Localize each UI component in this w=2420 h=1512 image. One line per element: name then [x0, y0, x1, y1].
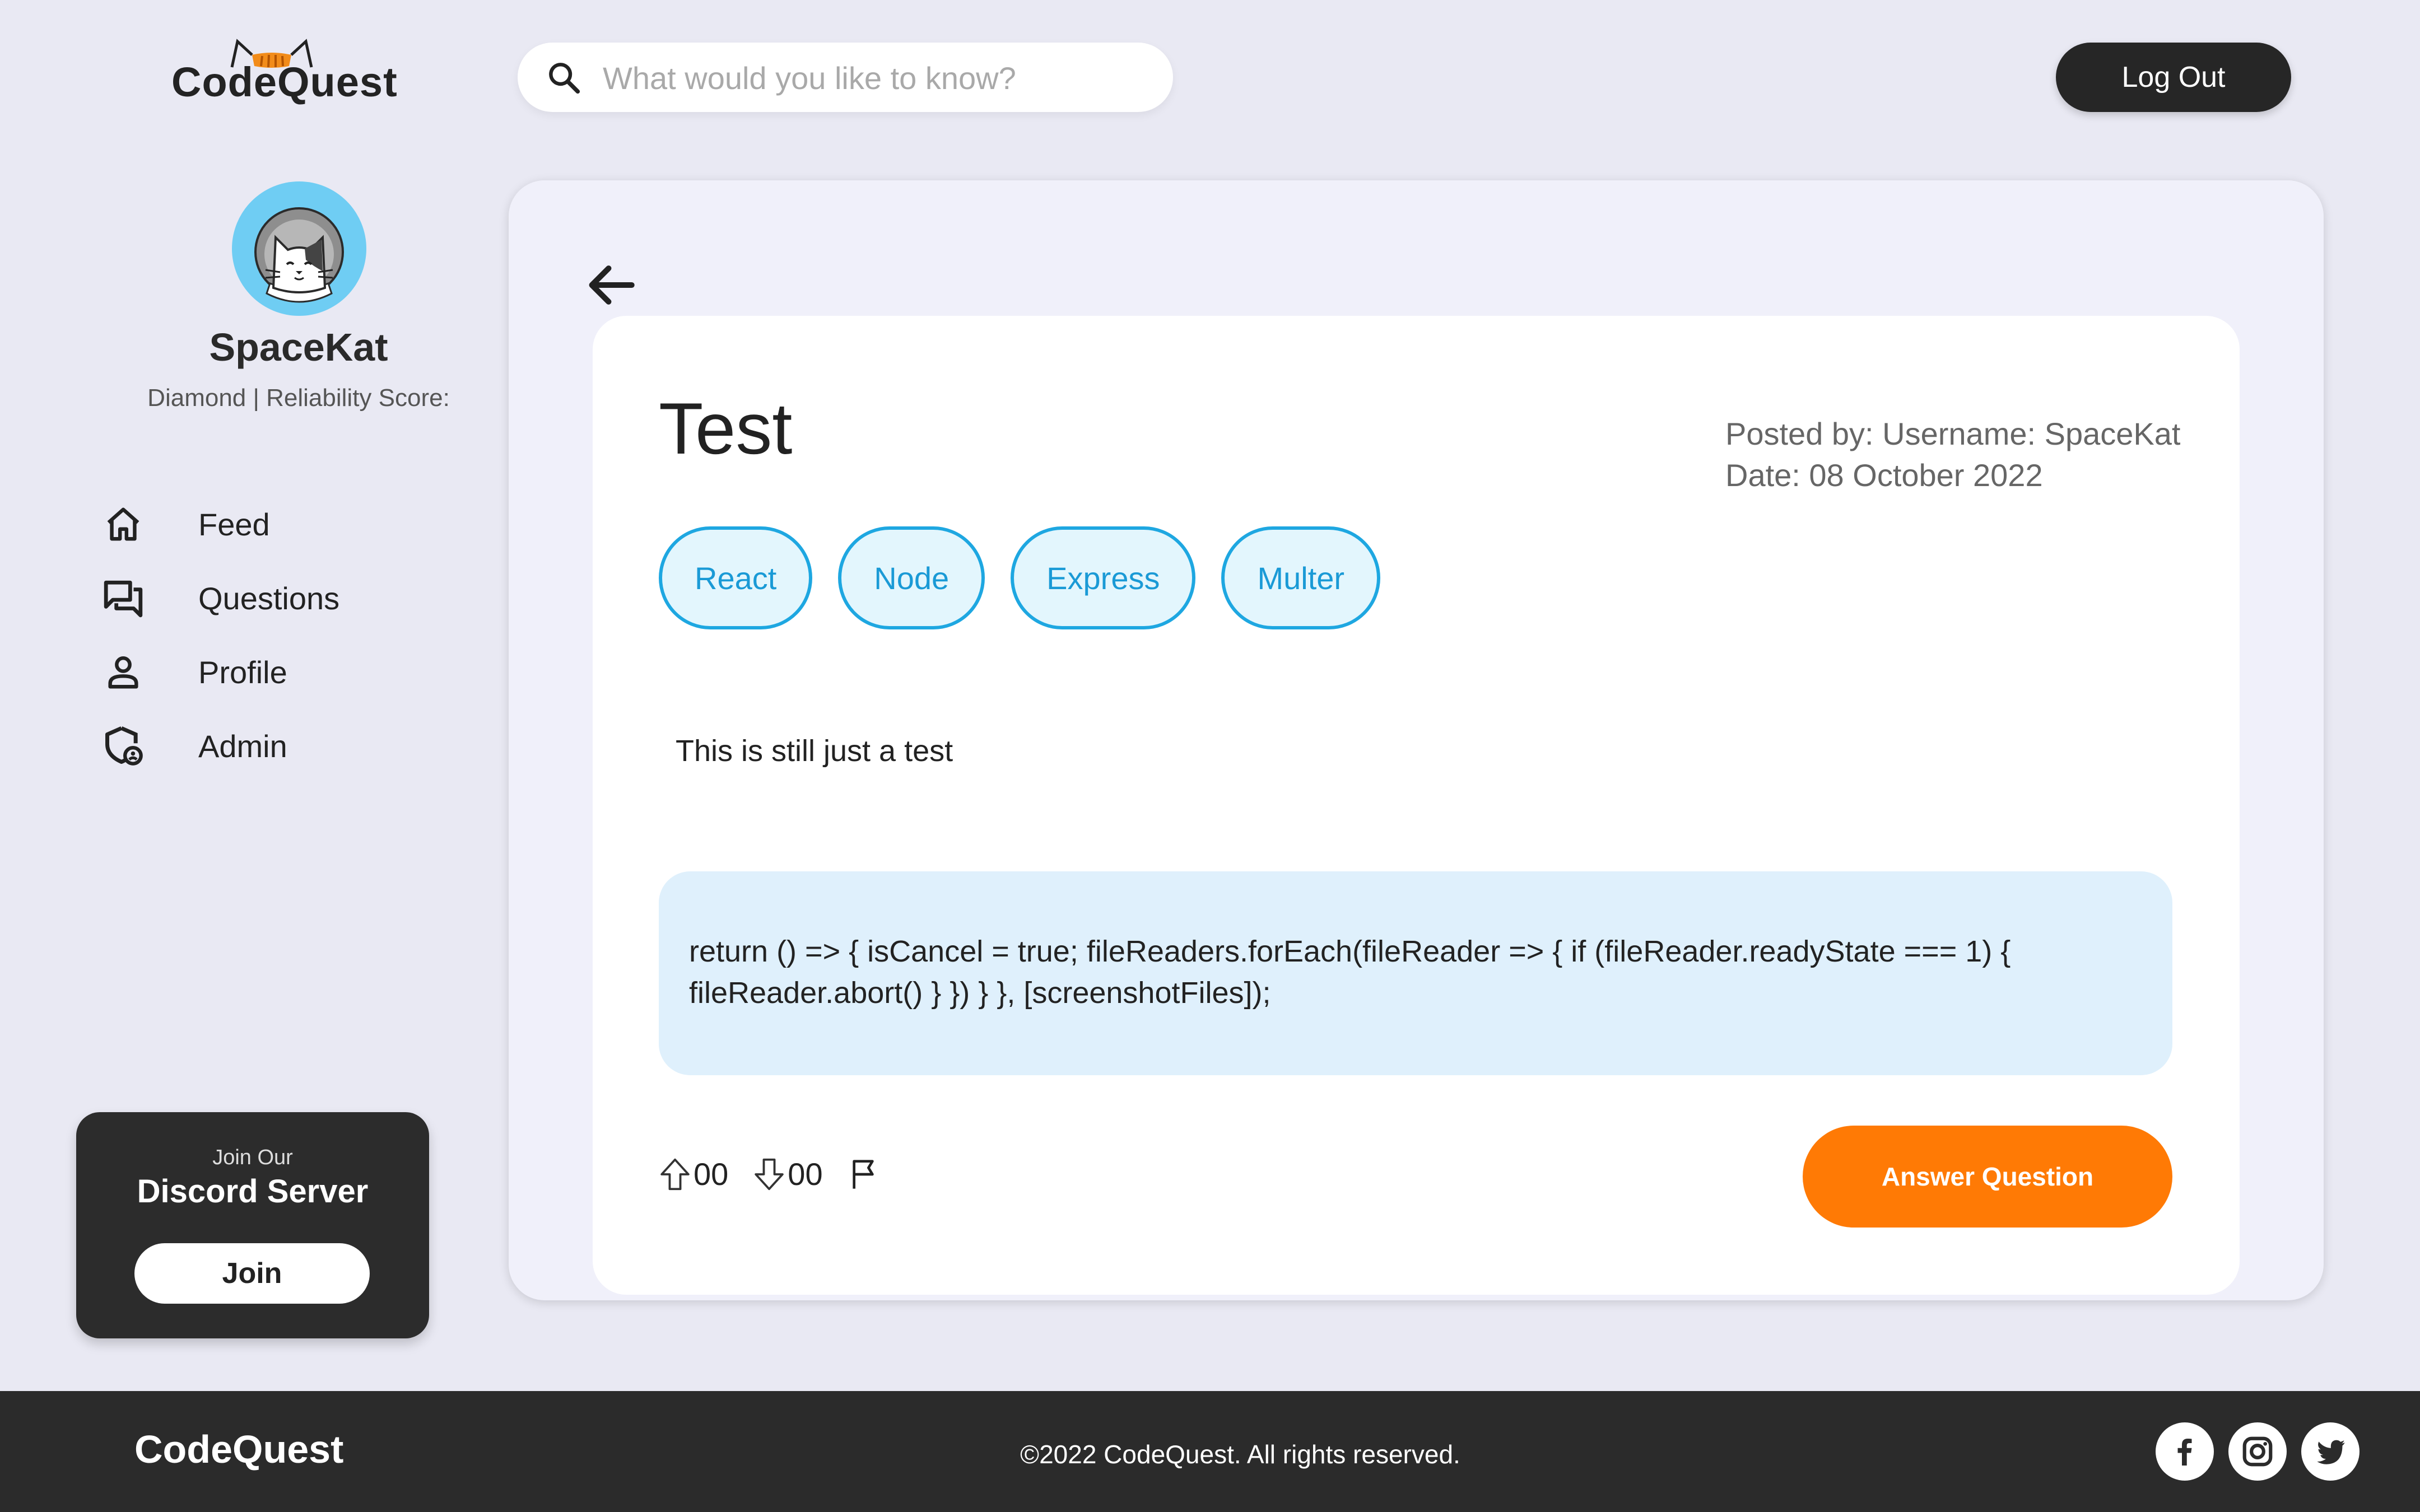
sidebar-item-label: Admin [198, 728, 287, 764]
instagram-icon [2242, 1436, 2273, 1467]
twitter-link[interactable] [2301, 1422, 2360, 1481]
tag-react[interactable]: React [659, 526, 813, 629]
username: SpaceKat [209, 325, 388, 369]
footer: CodeQuest ©2022 CodeQuest. All rights re… [0, 1391, 2420, 1512]
facebook-link[interactable] [2156, 1422, 2214, 1481]
arrow-up-icon [660, 1158, 690, 1190]
report-button[interactable] [848, 1157, 881, 1192]
home-icon [101, 502, 146, 547]
tag-list: React Node Express Multer [659, 526, 1381, 629]
sidebar-item-profile[interactable]: Profile [101, 635, 448, 709]
sidebar-item-label: Feed [198, 506, 270, 542]
sidebar-nav: Feed Questions Profile Admin [101, 487, 448, 783]
downvote-count: 00 [788, 1156, 823, 1192]
avatar[interactable] [232, 181, 366, 316]
posted-by: Posted by: Username: SpaceKat [1725, 416, 2181, 451]
upvote-count: 00 [694, 1156, 729, 1192]
sidebar-item-label: Profile [198, 654, 287, 690]
sidebar-item-feed[interactable]: Feed [101, 487, 448, 561]
post-date: Date: 08 October 2022 [1725, 458, 2043, 493]
logout-button[interactable]: Log Out [2056, 43, 2291, 112]
discord-card: Join Our Discord Server Join [76, 1112, 429, 1338]
twitter-icon [2317, 1440, 2345, 1464]
vote-bar: 00 00 [659, 1156, 906, 1192]
question-body: This is still just a test [676, 734, 953, 768]
search-bar[interactable] [518, 43, 1173, 112]
arrow-left-icon [589, 265, 635, 305]
upvote-button[interactable]: 00 [659, 1156, 728, 1192]
discord-join-button[interactable]: Join [134, 1243, 370, 1304]
tag-node[interactable]: Node [838, 526, 985, 629]
brand-logo[interactable]: CodeQuest [168, 38, 397, 111]
sidebar-item-questions[interactable]: Questions [101, 561, 448, 635]
flag-icon [852, 1159, 874, 1189]
question-meta: Posted by: Username: SpaceKat Date: 08 O… [1725, 413, 2180, 496]
footer-copyright: ©2022 CodeQuest. All rights reserved. [1020, 1440, 1460, 1469]
search-input[interactable] [602, 55, 1142, 101]
sidebar-item-admin[interactable]: Admin [101, 709, 448, 783]
search-icon [549, 63, 580, 94]
tag-express[interactable]: Express [1011, 526, 1196, 629]
back-button[interactable] [580, 254, 648, 316]
profile-icon [101, 650, 146, 694]
tag-multer[interactable]: Multer [1221, 526, 1381, 629]
discord-title: Discord Server [137, 1173, 369, 1210]
downvote-button[interactable]: 00 [753, 1156, 823, 1192]
facebook-icon [2177, 1439, 2192, 1466]
code-block: return () => { isCancel = true; fileRead… [659, 871, 2172, 1075]
user-rank: Diamond | Reliability Score: [147, 384, 450, 412]
brand-name: CodeQuest [171, 59, 398, 105]
discord-subtitle: Join Our [212, 1146, 293, 1169]
code-line: return () => { isCancel = true; fileRead… [689, 935, 2011, 968]
sidebar-item-label: Questions [198, 580, 340, 616]
questions-icon [101, 576, 146, 620]
answer-question-button[interactable]: Answer Question [1803, 1126, 2172, 1228]
instagram-link[interactable] [2228, 1422, 2287, 1481]
question-title: Test [659, 388, 793, 469]
code-line: fileReader.abort() } }) } }, [screenshot… [689, 976, 1271, 1010]
admin-shield-icon [101, 724, 146, 768]
cat-avatar-icon [254, 207, 344, 303]
arrow-down-icon [755, 1158, 784, 1190]
